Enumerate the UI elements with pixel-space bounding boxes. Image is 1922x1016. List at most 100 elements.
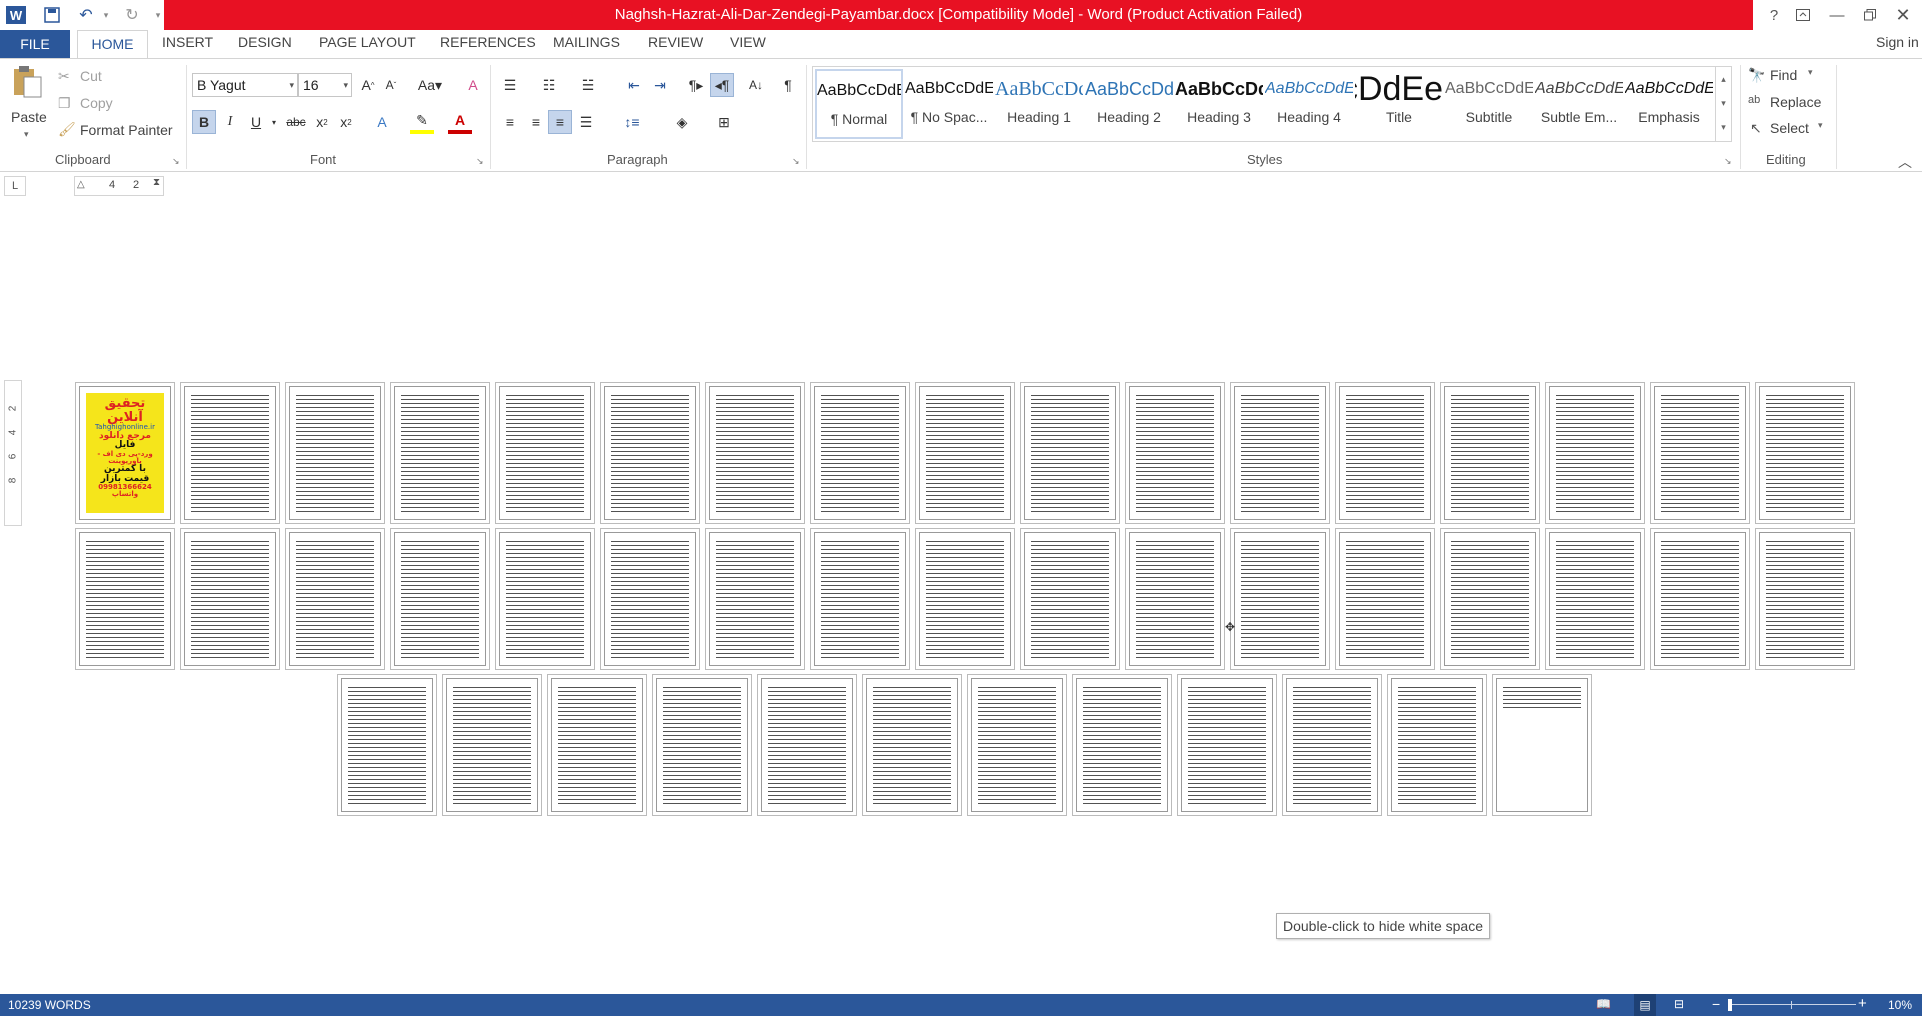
page-thumbnail[interactable]	[656, 678, 748, 812]
style-subtle-emphasis[interactable]: AaBbCcDdEe Subtle Em...	[1535, 69, 1623, 139]
select-dropdown-icon[interactable]: ▾	[1818, 120, 1823, 131]
page-thumbnail[interactable]	[289, 386, 381, 520]
align-left-icon[interactable]: ≡	[498, 110, 522, 134]
find-icon[interactable]: 🔭	[1748, 67, 1765, 84]
page-thumbnail[interactable]	[289, 532, 381, 666]
help-button[interactable]: ?	[1761, 3, 1787, 27]
paragraph-launcher-icon[interactable]: ↘	[792, 156, 800, 167]
tab-file[interactable]: FILE	[0, 30, 70, 58]
bold-button[interactable]: B	[192, 110, 216, 134]
styles-scroll[interactable]: ▴ ▾ ▾	[1715, 67, 1731, 141]
justify-icon[interactable]: ☰	[574, 110, 598, 134]
select-button[interactable]: Select	[1770, 120, 1809, 136]
page-thumbnail[interactable]	[551, 678, 643, 812]
format-painter-button[interactable]: Format Painter	[80, 122, 173, 138]
replace-icon[interactable]: ab	[1748, 94, 1760, 106]
page-thumbnail[interactable]	[499, 532, 591, 666]
page-thumbnail[interactable]	[394, 386, 486, 520]
font-name-dropdown-icon[interactable]: ▾	[289, 74, 294, 96]
tab-design[interactable]: DESIGN	[238, 34, 292, 50]
zoom-slider[interactable]	[1730, 1004, 1856, 1005]
change-case-icon[interactable]: Aa▾	[413, 73, 447, 97]
redo-icon[interactable]: ↻	[120, 3, 144, 27]
clipboard-launcher-icon[interactable]: ↘	[172, 156, 180, 167]
select-cursor-icon[interactable]: ↖	[1750, 120, 1762, 137]
restore-icon[interactable]	[1857, 3, 1883, 27]
page-thumbnail[interactable]	[79, 532, 171, 666]
page-thumbnail[interactable]	[1181, 678, 1273, 812]
grow-font-icon[interactable]: A ^	[356, 73, 380, 97]
tab-insert[interactable]: INSERT	[162, 34, 213, 50]
style-emphasis[interactable]: AaBbCcDdEe Emphasis	[1625, 69, 1713, 139]
style-subtitle[interactable]: AaBbCcDdEe Subtitle	[1445, 69, 1533, 139]
sign-in-link[interactable]: Sign in	[1876, 34, 1919, 50]
page-thumbnail[interactable]	[394, 532, 486, 666]
page-thumbnail[interactable]	[1759, 532, 1851, 666]
word-count[interactable]: 10239 WORDS	[8, 998, 91, 1012]
style-no-spacing[interactable]: AaBbCcDdEe ¶ No Spac...	[905, 69, 993, 139]
superscript-button[interactable]: x2	[334, 110, 358, 134]
paste-icon[interactable]	[10, 65, 48, 99]
page-thumbnail[interactable]	[1549, 532, 1641, 666]
shrink-font-icon[interactable]: Aˇ	[379, 73, 403, 97]
copy-button[interactable]: Copy	[80, 95, 113, 111]
style-heading-2[interactable]: AaBbCcDdEe Heading 2	[1085, 69, 1173, 139]
zoom-in-icon[interactable]: +	[1858, 995, 1867, 1012]
font-size-box[interactable]: 16 ▾	[298, 73, 352, 97]
page-thumbnail[interactable]	[604, 532, 696, 666]
page-thumbnail[interactable]	[1549, 386, 1641, 520]
collapse-ribbon-icon[interactable]: ︿	[1898, 152, 1912, 172]
zoom-level[interactable]: 10%	[1888, 998, 1912, 1012]
left-indent-marker-icon[interactable]: △	[77, 179, 85, 190]
word-logo-icon[interactable]: W	[4, 3, 28, 27]
style-heading-4[interactable]: AaBbCcDdEe Heading 4	[1265, 69, 1353, 139]
style-heading-3[interactable]: AaBbCcDdEe Heading 3	[1175, 69, 1263, 139]
page-thumbnail[interactable]	[709, 386, 801, 520]
page-thumbnail[interactable]	[184, 532, 276, 666]
tab-page-layout[interactable]: PAGE LAYOUT	[319, 34, 416, 50]
font-launcher-icon[interactable]: ↘	[476, 156, 484, 167]
page-thumbnail[interactable]	[499, 386, 591, 520]
page-thumbnail[interactable]	[1234, 532, 1326, 666]
vertical-ruler[interactable]: 2 4 6 8	[4, 380, 22, 526]
close-icon[interactable]: ✕	[1890, 3, 1916, 27]
page-thumbnail-last[interactable]	[1496, 678, 1588, 812]
show-formatting-marks-icon[interactable]: ¶	[776, 73, 800, 97]
font-color-icon[interactable]: A	[448, 110, 472, 134]
page-thumbnail[interactable]	[341, 678, 433, 812]
tab-selector-icon[interactable]: L	[4, 176, 26, 196]
tab-view[interactable]: VIEW	[730, 34, 766, 50]
cut-button[interactable]: Cut	[80, 68, 102, 84]
page-thumbnail[interactable]	[919, 532, 1011, 666]
line-spacing-icon[interactable]: ↕≡	[620, 110, 644, 134]
align-center-icon[interactable]: ≡	[524, 110, 548, 134]
page-thumbnail[interactable]	[1076, 678, 1168, 812]
styles-launcher-icon[interactable]: ↘	[1724, 156, 1732, 167]
horizontal-ruler[interactable]: △ 4 2 ⧗	[74, 176, 164, 196]
subscript-button[interactable]: x2	[310, 110, 334, 134]
page-thumbnail[interactable]	[814, 386, 906, 520]
save-icon[interactable]	[40, 3, 64, 27]
format-painter-icon[interactable]: 🖌	[58, 121, 76, 138]
ltr-direction-icon[interactable]: ¶▸	[684, 73, 708, 97]
page-thumbnail[interactable]	[1759, 386, 1851, 520]
find-dropdown-icon[interactable]: ▾	[1808, 67, 1813, 78]
multilevel-list-icon[interactable]: ☱	[576, 73, 600, 97]
page-thumbnail[interactable]	[1024, 532, 1116, 666]
style-title[interactable]: AaBbCcDdEeTitle	[1355, 69, 1443, 139]
copy-icon[interactable]: ❐	[58, 95, 71, 112]
print-layout-icon[interactable]: ▤	[1634, 994, 1656, 1016]
right-indent-marker-icon[interactable]: ⧗	[153, 177, 160, 188]
text-effects-icon[interactable]: A	[370, 110, 394, 134]
underline-dropdown-icon[interactable]: ▾	[262, 110, 286, 134]
page-thumbnail[interactable]	[1391, 678, 1483, 812]
borders-icon[interactable]: ⊞	[712, 110, 736, 134]
tab-review[interactable]: REVIEW	[648, 34, 703, 50]
page-thumbnail[interactable]	[1129, 532, 1221, 666]
italic-button[interactable]: I	[218, 110, 242, 134]
strikethrough-button[interactable]: abc	[284, 110, 308, 134]
page-thumbnail[interactable]	[1286, 678, 1378, 812]
page-thumbnail[interactable]	[1339, 386, 1431, 520]
page-thumbnail[interactable]	[1654, 532, 1746, 666]
paste-dropdown-icon[interactable]: ▾	[24, 129, 29, 140]
